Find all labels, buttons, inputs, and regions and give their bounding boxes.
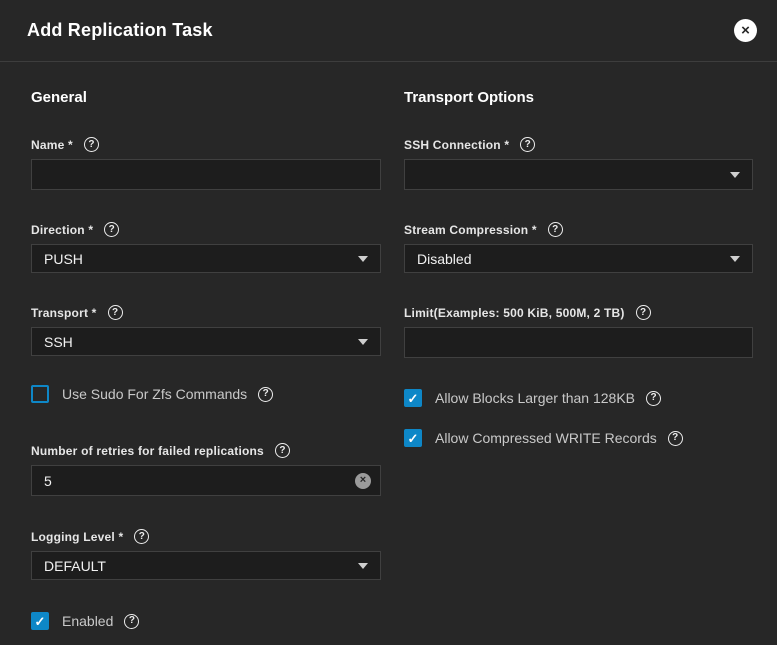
transport-field-group: Transport * ? SSH (31, 305, 381, 356)
ssh-connection-select[interactable] (404, 159, 753, 190)
logging-level-select-value: DEFAULT (44, 558, 106, 574)
general-heading: General (31, 89, 381, 106)
enabled-checkbox-row: ✓ Enabled ? (31, 612, 381, 630)
allow-compressed-checkbox-row: ✓ Allow Compressed WRITE Records ? (404, 429, 753, 447)
name-input[interactable] (31, 159, 381, 190)
help-icon[interactable]: ? (258, 387, 273, 402)
ssh-connection-field-group: SSH Connection * ? (404, 137, 753, 190)
general-section: General Name * ? Direction * ? PUSH Tran… (31, 62, 381, 630)
transport-label: Transport * (31, 306, 97, 320)
logging-level-field-group: Logging Level * ? DEFAULT (31, 529, 381, 580)
logging-level-select[interactable]: DEFAULT (31, 551, 381, 580)
chevron-down-icon (730, 172, 740, 178)
help-icon[interactable]: ? (548, 222, 563, 237)
help-icon[interactable]: ? (124, 614, 139, 629)
enabled-checkbox[interactable]: ✓ (31, 612, 49, 630)
retries-label: Number of retries for failed replication… (31, 444, 264, 458)
limit-label: Limit(Examples: 500 KiB, 500M, 2 TB) (404, 306, 625, 320)
help-icon[interactable]: ? (108, 305, 123, 320)
close-icon[interactable]: × (734, 19, 757, 42)
help-icon[interactable]: ? (104, 222, 119, 237)
help-icon[interactable]: ? (84, 137, 99, 152)
allow-blocks-checkbox-row: ✓ Allow Blocks Larger than 128KB ? (404, 389, 753, 407)
use-sudo-checkbox-row: Use Sudo For Zfs Commands ? (31, 385, 381, 403)
allow-blocks-label[interactable]: Allow Blocks Larger than 128KB (435, 390, 635, 406)
help-icon[interactable]: ? (134, 529, 149, 544)
help-icon[interactable]: ? (636, 305, 651, 320)
direction-select[interactable]: PUSH (31, 244, 381, 273)
help-icon[interactable]: ? (646, 391, 661, 406)
direction-select-value: PUSH (44, 251, 83, 267)
logging-level-label: Logging Level * (31, 530, 123, 544)
chevron-down-icon (358, 256, 368, 262)
stream-compression-field-group: Stream Compression * ? Disabled (404, 222, 753, 273)
limit-field-group: Limit(Examples: 500 KiB, 500M, 2 TB) ? (404, 305, 753, 358)
transport-options-heading: Transport Options (404, 89, 753, 106)
stream-compression-label: Stream Compression * (404, 223, 537, 237)
help-icon[interactable]: ? (668, 431, 683, 446)
chevron-down-icon (358, 339, 368, 345)
limit-input[interactable] (404, 327, 753, 358)
stream-compression-select-value: Disabled (417, 251, 471, 267)
help-icon[interactable]: ? (520, 137, 535, 152)
use-sudo-checkbox[interactable] (31, 385, 49, 403)
direction-label: Direction * (31, 223, 93, 237)
use-sudo-label[interactable]: Use Sudo For Zfs Commands (62, 386, 247, 402)
chevron-down-icon (358, 563, 368, 569)
dialog-body: General Name * ? Direction * ? PUSH Tran… (0, 62, 777, 630)
transport-options-section: Transport Options SSH Connection * ? Str… (404, 62, 753, 630)
transport-select[interactable]: SSH (31, 327, 381, 356)
retries-field-group: Number of retries for failed replication… (31, 443, 381, 496)
name-field-group: Name * ? (31, 137, 381, 190)
chevron-down-icon (730, 256, 740, 262)
clear-input-icon[interactable]: × (355, 473, 371, 489)
allow-blocks-checkbox[interactable]: ✓ (404, 389, 422, 407)
dialog-header: Add Replication Task × (0, 0, 777, 62)
enabled-label[interactable]: Enabled (62, 613, 113, 629)
allow-compressed-checkbox[interactable]: ✓ (404, 429, 422, 447)
stream-compression-select[interactable]: Disabled (404, 244, 753, 273)
name-label: Name * (31, 138, 73, 152)
dialog-title: Add Replication Task (27, 20, 213, 41)
help-icon[interactable]: ? (275, 443, 290, 458)
direction-field-group: Direction * ? PUSH (31, 222, 381, 273)
transport-select-value: SSH (44, 334, 73, 350)
retries-input[interactable] (31, 465, 381, 496)
allow-compressed-label[interactable]: Allow Compressed WRITE Records (435, 430, 657, 446)
ssh-connection-label: SSH Connection * (404, 138, 509, 152)
